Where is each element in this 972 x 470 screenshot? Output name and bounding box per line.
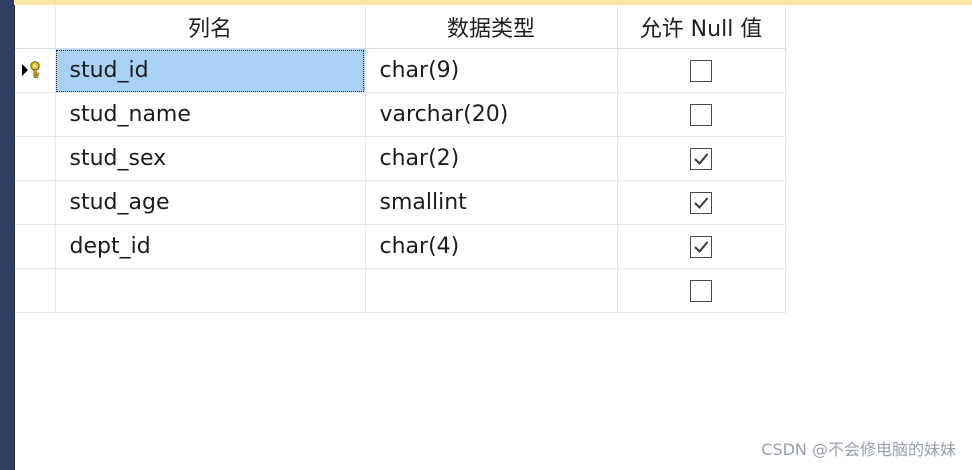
allow-nulls-checkbox[interactable] — [690, 236, 712, 258]
data-type-header[interactable]: 数据类型 — [365, 5, 618, 49]
row-selector[interactable] — [15, 92, 56, 137]
table-row[interactable]: dept_id char(4) — [15, 224, 786, 269]
allow-nulls-cell[interactable] — [617, 180, 786, 225]
table-designer-grid: 列名 数据类型 允许 Null 值 stud_id char(9) stud_n… — [15, 5, 786, 313]
allow-nulls-cell[interactable] — [617, 136, 786, 181]
checkmark-icon — [694, 197, 709, 209]
checkmark-icon — [694, 153, 709, 165]
column-name-cell[interactable] — [55, 268, 366, 313]
header-row: 列名 数据类型 允许 Null 值 — [15, 5, 786, 49]
allow-nulls-cell[interactable] — [617, 48, 786, 93]
current-row-arrow-icon — [22, 64, 28, 76]
row-selector[interactable] — [15, 268, 56, 313]
column-name-cell[interactable]: stud_sex — [55, 136, 366, 181]
row-selector[interactable] — [15, 180, 56, 225]
allow-nulls-cell[interactable] — [617, 224, 786, 269]
left-panel-edge — [0, 0, 15, 470]
allow-nulls-checkbox[interactable] — [690, 148, 712, 170]
data-type-cell[interactable]: varchar(20) — [365, 92, 618, 137]
checkmark-icon — [694, 241, 709, 253]
data-type-cell[interactable] — [365, 268, 618, 313]
table-row-new[interactable] — [15, 268, 786, 313]
column-name-cell[interactable]: stud_id — [55, 48, 366, 93]
table-row[interactable]: stud_sex char(2) — [15, 136, 786, 181]
table-row[interactable]: stud_id char(9) — [15, 48, 786, 93]
column-name-cell[interactable]: stud_name — [55, 92, 366, 137]
column-name-cell[interactable]: dept_id — [55, 224, 366, 269]
allow-nulls-checkbox[interactable] — [690, 280, 712, 302]
allow-nulls-checkbox[interactable] — [690, 104, 712, 126]
key-icon — [30, 61, 40, 78]
column-name-cell[interactable]: stud_age — [55, 180, 366, 225]
data-type-cell[interactable]: char(9) — [365, 48, 618, 93]
allow-nulls-checkbox[interactable] — [690, 192, 712, 214]
data-type-cell[interactable]: char(2) — [365, 136, 618, 181]
allow-nulls-cell[interactable] — [617, 92, 786, 137]
row-selector[interactable] — [15, 48, 56, 93]
allow-nulls-cell[interactable] — [617, 268, 786, 313]
row-selector[interactable] — [15, 136, 56, 181]
row-selector[interactable] — [15, 224, 56, 269]
data-type-cell[interactable]: char(4) — [365, 224, 618, 269]
allow-nulls-header[interactable]: 允许 Null 值 — [617, 5, 786, 49]
row-selector-header — [15, 5, 56, 49]
data-type-cell[interactable]: smallint — [365, 180, 618, 225]
allow-nulls-checkbox[interactable] — [690, 60, 712, 82]
table-row[interactable]: stud_name varchar(20) — [15, 92, 786, 137]
watermark-text: CSDN @不会修电脑的妹妹 — [761, 440, 956, 459]
column-name-header[interactable]: 列名 — [55, 5, 366, 49]
table-row[interactable]: stud_age smallint — [15, 180, 786, 225]
